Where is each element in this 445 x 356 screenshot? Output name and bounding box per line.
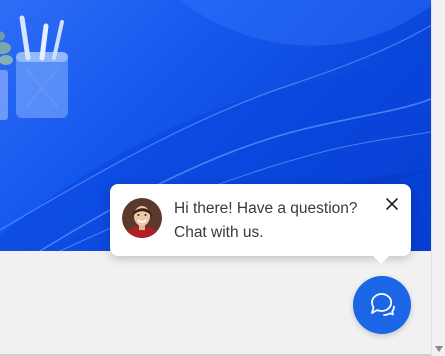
- chat-bubble-icon: [371, 293, 395, 316]
- pen-holder-illustration: [16, 15, 68, 118]
- greeting-message: Hi there! Have a question? Chat with us.: [174, 197, 374, 245]
- chat-launcher-button[interactable]: [353, 276, 411, 334]
- close-popup-button[interactable]: [385, 197, 399, 211]
- plant-illustration: [0, 31, 13, 120]
- page: Hi there! Have a question? Chat with us.: [0, 0, 445, 356]
- greeting-line-2: Chat with us.: [174, 224, 264, 241]
- vertical-scrollbar[interactable]: [431, 0, 445, 356]
- greeting-line-1: Hi there! Have a question?: [174, 200, 358, 217]
- close-icon[interactable]: [385, 197, 399, 211]
- popup-tail: [373, 256, 389, 264]
- scroll-down-arrow-icon[interactable]: [435, 346, 443, 352]
- chat-greeting-popup[interactable]: Hi there! Have a question? Chat with us.: [110, 184, 411, 264]
- agent-avatar: [122, 198, 162, 238]
